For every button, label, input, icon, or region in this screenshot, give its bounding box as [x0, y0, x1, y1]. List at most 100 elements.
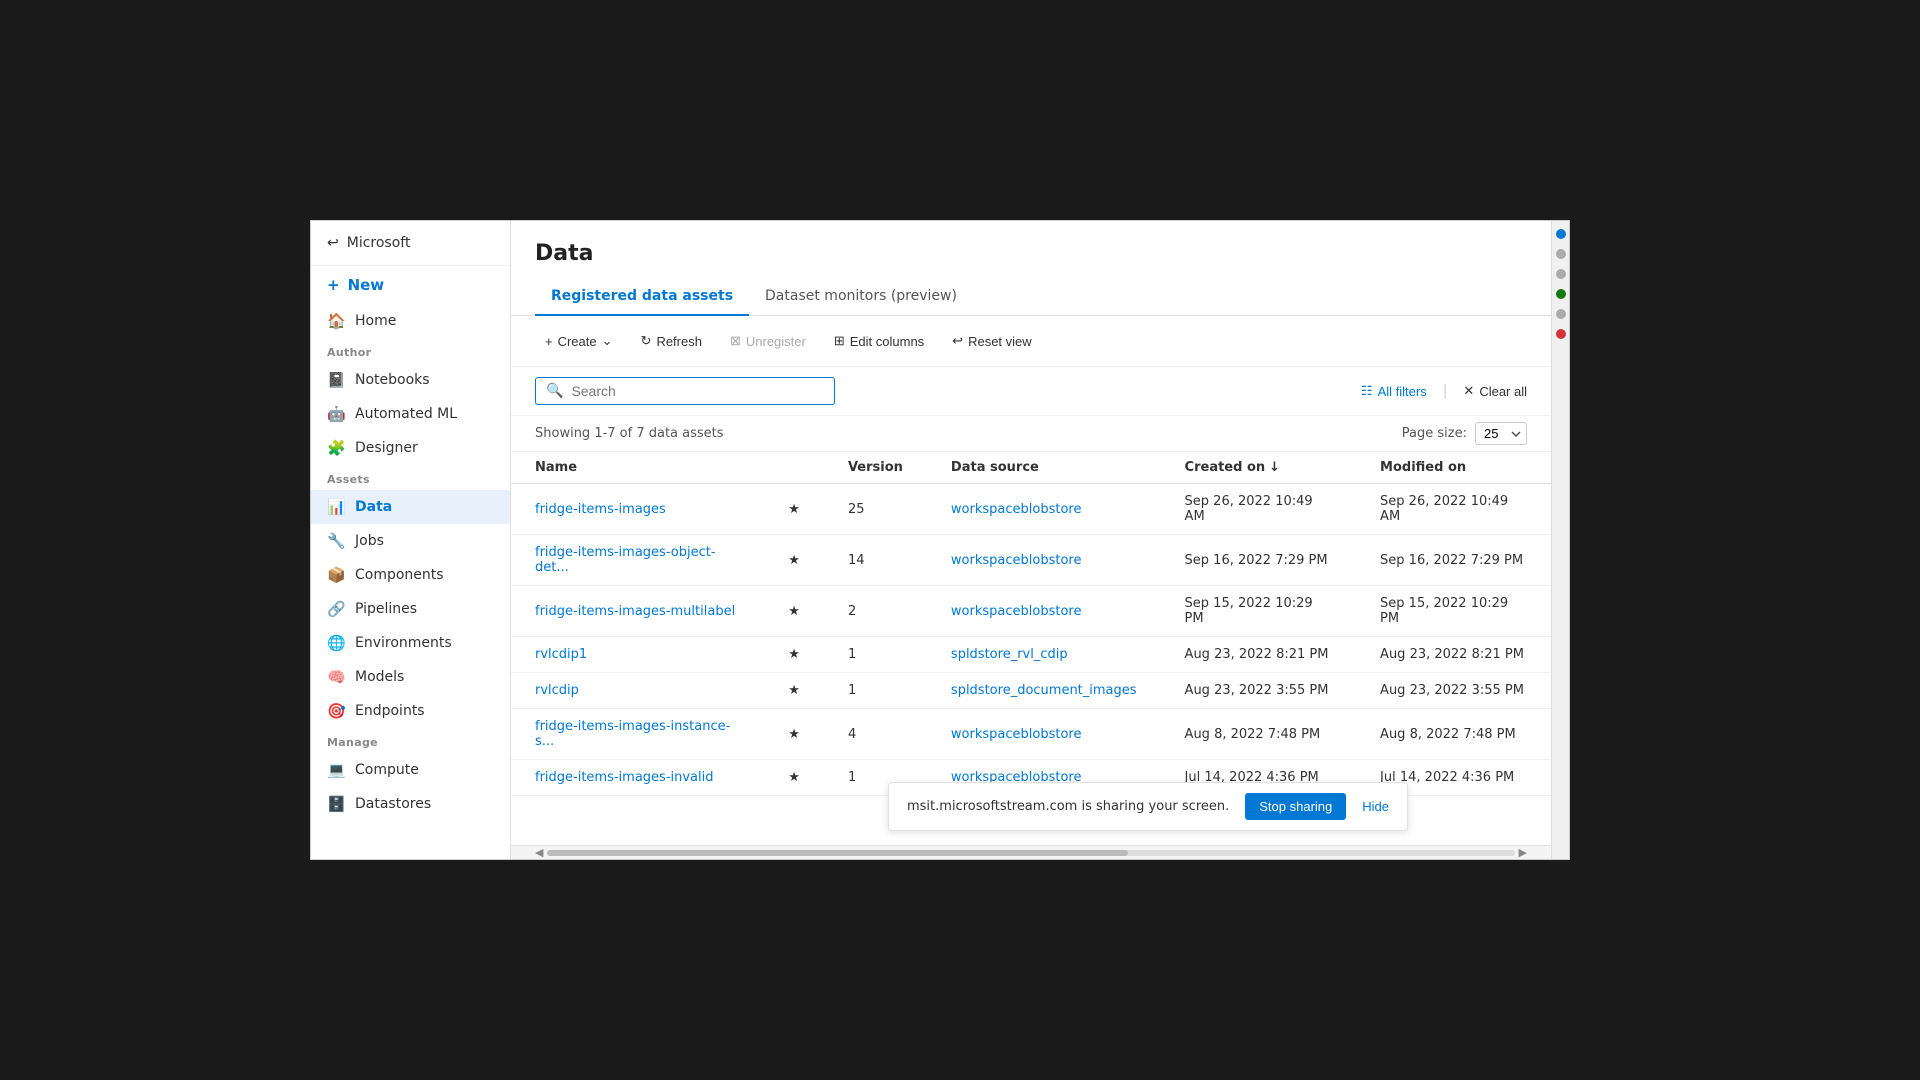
sidebar-back-button[interactable]: ↩ Microsoft [311, 221, 510, 266]
right-panel-indicator-4[interactable] [1556, 289, 1566, 299]
right-panel-indicator-1[interactable] [1556, 229, 1566, 239]
right-panel-indicator-6[interactable] [1556, 329, 1566, 339]
tab-registered-data-assets[interactable]: Registered data assets [535, 280, 749, 316]
sidebar-item-datastores[interactable]: 🗄️ Datastores [311, 787, 510, 821]
row-name-link[interactable]: rvlcdip1 [535, 647, 587, 662]
sidebar-item-environments[interactable]: 🌐 Environments [311, 626, 510, 660]
notebooks-icon: 📓 [327, 371, 345, 389]
cell-created-on: Sep 16, 2022 7:29 PM [1161, 535, 1357, 586]
cell-star[interactable]: ★ [764, 484, 824, 535]
cell-data-source: spldstore_rvl_cdip [927, 637, 1161, 673]
cell-star[interactable]: ★ [764, 637, 824, 673]
new-label: New [348, 276, 385, 294]
row-datasource-link[interactable]: workspaceblobstore [951, 553, 1082, 568]
row-name-link[interactable]: fridge-items-images-object-det... [535, 545, 716, 575]
cell-name: fridge-items-images-instance-s... [511, 709, 764, 760]
sidebar-item-notebooks-label: Notebooks [355, 372, 430, 388]
th-star [764, 452, 824, 484]
row-datasource-link[interactable]: workspaceblobstore [951, 604, 1082, 619]
row-name-link[interactable]: fridge-items-images-invalid [535, 770, 714, 785]
row-datasource-link[interactable]: workspaceblobstore [951, 502, 1082, 517]
cell-version: 1 [824, 673, 927, 709]
filter-separator: | [1443, 383, 1448, 399]
chevron-down-icon: ⌄ [602, 333, 613, 349]
components-icon: 📦 [327, 566, 345, 584]
right-panel-indicator-3[interactable] [1556, 269, 1566, 279]
cell-name: rvlcdip [511, 673, 764, 709]
environments-icon: 🌐 [327, 634, 345, 652]
sidebar-item-models[interactable]: 🧠 Models [311, 660, 510, 694]
clear-all-button[interactable]: ✕ Clear all [1463, 383, 1527, 399]
unregister-button[interactable]: ⊠ Unregister [720, 328, 816, 354]
cell-created-on: Sep 26, 2022 10:49 AM [1161, 484, 1357, 535]
table-row: fridge-items-images-object-det... ★ 14 w… [511, 535, 1551, 586]
row-datasource-link[interactable]: spldstore_document_images [951, 683, 1137, 698]
row-name-link[interactable]: fridge-items-images [535, 502, 666, 517]
main-content: Data Registered data assets Dataset moni… [511, 221, 1551, 859]
sidebar-item-datastores-label: Datastores [355, 796, 431, 812]
right-panel-indicator-5[interactable] [1556, 309, 1566, 319]
sidebar-item-notebooks[interactable]: 📓 Notebooks [311, 363, 510, 397]
plus-create-icon: + [545, 334, 553, 349]
edit-columns-button[interactable]: ⊞ Edit columns [824, 328, 934, 354]
sidebar-item-automated-ml-label: Automated ML [355, 406, 457, 422]
sidebar-item-automated-ml[interactable]: 🤖 Automated ML [311, 397, 510, 431]
th-created-on[interactable]: Created on ↓ [1161, 452, 1357, 484]
sidebar-item-endpoints-label: Endpoints [355, 703, 425, 719]
right-panel [1551, 221, 1569, 859]
new-button[interactable]: + New [311, 266, 510, 304]
unregister-icon: ⊠ [730, 333, 741, 349]
th-version[interactable]: Version [824, 452, 927, 484]
page-header: Data Registered data assets Dataset moni… [511, 221, 1551, 316]
cell-star[interactable]: ★ [764, 586, 824, 637]
row-name-link[interactable]: fridge-items-images-instance-s... [535, 719, 730, 749]
sidebar-item-data[interactable]: 📊 Data [311, 490, 510, 524]
hide-button[interactable]: Hide [1362, 799, 1389, 814]
th-data-source[interactable]: Data source [927, 452, 1161, 484]
sidebar-item-pipelines[interactable]: 🔗 Pipelines [311, 592, 510, 626]
scroll-right-arrow[interactable]: ▶ [1519, 846, 1527, 859]
sidebar-item-home[interactable]: 🏠 Home [311, 304, 510, 338]
h-scroll-thumb[interactable] [547, 850, 1127, 856]
cell-name: fridge-items-images-multilabel [511, 586, 764, 637]
search-input[interactable] [571, 383, 824, 399]
sidebar-item-compute[interactable]: 💻 Compute [311, 753, 510, 787]
page-size-select[interactable]: 25 10 50 100 [1475, 422, 1527, 445]
cell-data-source: workspaceblobstore [927, 586, 1161, 637]
th-modified-on[interactable]: Modified on [1356, 452, 1551, 484]
row-datasource-link[interactable]: workspaceblobstore [951, 727, 1082, 742]
sidebar-item-components[interactable]: 📦 Components [311, 558, 510, 592]
cell-star[interactable]: ★ [764, 760, 824, 796]
cell-name: rvlcdip1 [511, 637, 764, 673]
row-datasource-link[interactable]: spldstore_rvl_cdip [951, 647, 1068, 662]
sidebar-item-endpoints[interactable]: 🎯 Endpoints [311, 694, 510, 728]
row-name-link[interactable]: fridge-items-images-multilabel [535, 604, 735, 619]
row-name-link[interactable]: rvlcdip [535, 683, 579, 698]
cell-star[interactable]: ★ [764, 673, 824, 709]
home-icon: 🏠 [327, 312, 345, 330]
th-name[interactable]: Name [511, 452, 764, 484]
sidebar-item-designer[interactable]: 🧩 Designer [311, 431, 510, 465]
table-row: fridge-items-images ★ 25 workspaceblobst… [511, 484, 1551, 535]
cell-version: 1 [824, 637, 927, 673]
cell-modified-on: Aug 8, 2022 7:48 PM [1356, 709, 1551, 760]
page-size-label: Page size: [1402, 426, 1467, 441]
stop-sharing-button[interactable]: Stop sharing [1245, 793, 1346, 820]
sidebar-item-jobs[interactable]: 🔧 Jobs [311, 524, 510, 558]
scroll-left-arrow[interactable]: ◀ [535, 846, 543, 859]
cell-name: fridge-items-images-object-det... [511, 535, 764, 586]
cell-modified-on: Aug 23, 2022 3:55 PM [1356, 673, 1551, 709]
all-filters-button[interactable]: ☷ All filters [1361, 383, 1427, 399]
cell-star[interactable]: ★ [764, 535, 824, 586]
tabs: Registered data assets Dataset monitors … [535, 280, 1527, 315]
right-panel-indicator-2[interactable] [1556, 249, 1566, 259]
create-button[interactable]: + Create ⌄ [535, 328, 623, 354]
cell-data-source: workspaceblobstore [927, 535, 1161, 586]
notification-bar: msit.microsoftstream.com is sharing your… [888, 782, 1408, 831]
cell-star[interactable]: ★ [764, 709, 824, 760]
cell-modified-on: Sep 16, 2022 7:29 PM [1356, 535, 1551, 586]
refresh-button[interactable]: ↻ Refresh [631, 328, 712, 354]
h-scroll-track [547, 850, 1514, 856]
tab-dataset-monitors[interactable]: Dataset monitors (preview) [749, 280, 973, 316]
reset-view-button[interactable]: ↩ Reset view [942, 328, 1041, 354]
